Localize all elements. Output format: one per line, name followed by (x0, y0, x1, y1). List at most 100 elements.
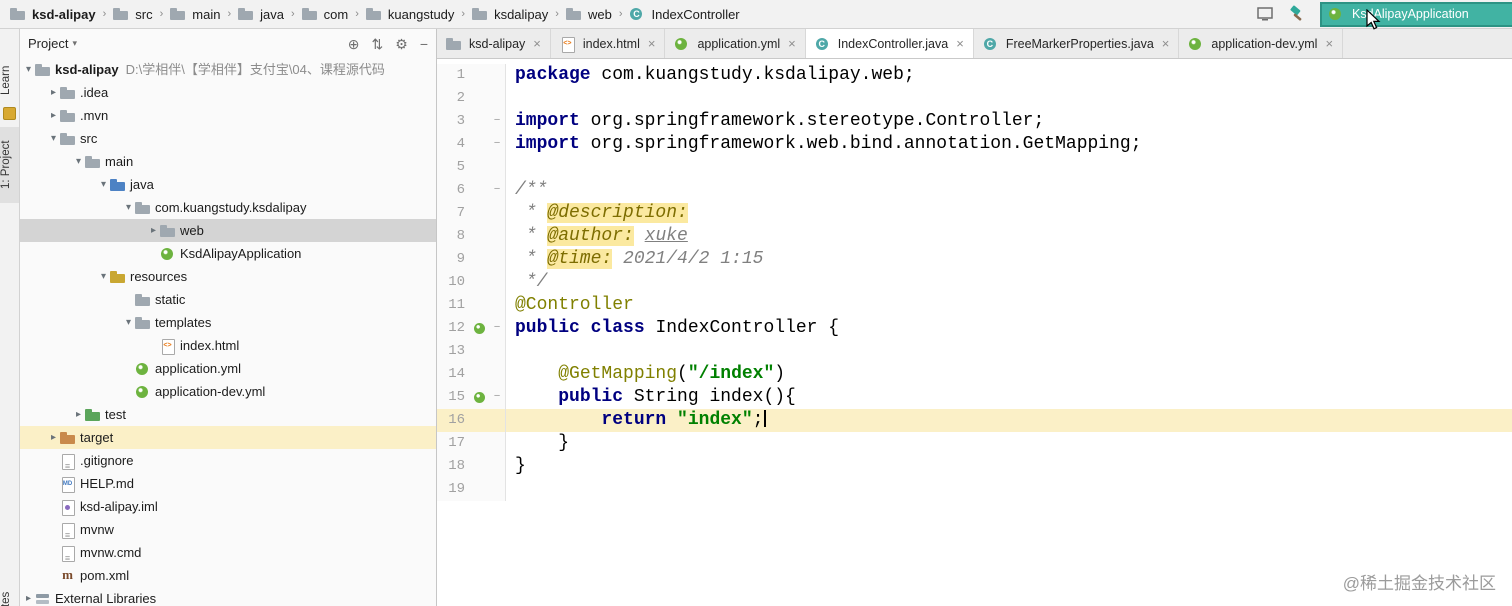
line-number[interactable]: 9 (437, 248, 469, 271)
code-line-13[interactable]: 13 (437, 340, 1512, 363)
code-text[interactable] (506, 478, 515, 501)
breadcrumb-item-indexcontroller[interactable]: IndexController (627, 6, 741, 23)
line-number[interactable]: 6 (437, 179, 469, 202)
chevron-down-icon[interactable] (72, 38, 77, 49)
tree-item-.idea[interactable]: ▸ .idea (20, 81, 436, 104)
tree-item-ksd-alipay.iml[interactable]: ksd-alipay.iml (20, 495, 436, 518)
code-line-2[interactable]: 2 (437, 87, 1512, 110)
code-line-5[interactable]: 5 (437, 156, 1512, 179)
breadcrumb-item-src[interactable]: src (111, 6, 154, 23)
code-text[interactable]: */ (506, 271, 548, 294)
tree-item-test[interactable]: ▸ test (20, 403, 436, 426)
breadcrumb-item-ksdalipay[interactable]: ksdalipay (470, 6, 550, 23)
code-text[interactable] (506, 87, 515, 110)
code-line-12[interactable]: 12− public class IndexController { (437, 317, 1512, 340)
breadcrumb-item-ksd-alipay[interactable]: ksd-alipay (8, 6, 98, 23)
run-configuration-select[interactable]: KsdAlipayApplication (1320, 1, 1512, 27)
spring-bean-icon[interactable] (469, 386, 489, 409)
hide-icon[interactable]: − (420, 37, 428, 51)
code-line-11[interactable]: 11 @Controller (437, 294, 1512, 317)
code-text[interactable] (506, 156, 515, 179)
breadcrumb-item-main[interactable]: main (168, 6, 222, 23)
line-number[interactable]: 10 (437, 271, 469, 294)
tab-application.yml[interactable]: application.yml (665, 29, 806, 58)
chevron-right-icon[interactable]: ▸ (72, 403, 85, 426)
code-text[interactable] (506, 340, 515, 363)
code-text[interactable]: package com.kuangstudy.ksdalipay.web; (506, 64, 915, 87)
chevron-down-icon[interactable]: ▾ (22, 58, 35, 81)
chevron-down-icon[interactable]: ▾ (97, 265, 110, 288)
line-number[interactable]: 8 (437, 225, 469, 248)
code-line-3[interactable]: 3− import org.springframework.stereotype.… (437, 110, 1512, 133)
fold-icon[interactable]: − (489, 110, 506, 133)
line-number[interactable]: 14 (437, 363, 469, 386)
line-number[interactable]: 19 (437, 478, 469, 501)
line-number[interactable]: 18 (437, 455, 469, 478)
tree-item-target[interactable]: ▸ target (20, 426, 436, 449)
line-number[interactable]: 16 (437, 409, 469, 432)
code-line-18[interactable]: 18} (437, 455, 1512, 478)
fold-icon[interactable]: − (489, 133, 506, 156)
chevron-right-icon[interactable]: ▸ (147, 219, 160, 242)
code-text[interactable]: @Controller (506, 294, 634, 317)
line-number[interactable]: 7 (437, 202, 469, 225)
code-line-6[interactable]: 6−/** (437, 179, 1512, 202)
breadcrumb-item-web[interactable]: web (564, 6, 614, 23)
chevron-right-icon[interactable]: ▸ (47, 104, 60, 127)
tree-item-pom.xml[interactable]: pom.xml (20, 564, 436, 587)
line-number[interactable]: 5 (437, 156, 469, 179)
code-text[interactable]: public String index(){ (506, 386, 796, 409)
code-text[interactable]: * @time: 2021/4/2 1:15 (506, 248, 763, 271)
tree-item-main[interactable]: ▾ main (20, 150, 436, 173)
chevron-down-icon[interactable]: ▾ (122, 196, 135, 219)
learn-plugin-icon[interactable] (3, 107, 16, 120)
tool-tab-learn[interactable]: Learn (0, 57, 19, 103)
code-line-10[interactable]: 10 */ (437, 271, 1512, 294)
settings-icon[interactable]: ⚙ (395, 37, 408, 51)
tree-item-java[interactable]: ▾ java (20, 173, 436, 196)
close-icon[interactable] (1162, 36, 1170, 51)
tree-item-ksdalipayapplication[interactable]: KsdAlipayApplication (20, 242, 436, 265)
tree-item-com.kuangstudy.ksdalipay[interactable]: ▾ com.kuangstudy.ksdalipay (20, 196, 436, 219)
chevron-down-icon[interactable]: ▾ (47, 127, 60, 150)
code-text[interactable]: /** (506, 179, 547, 202)
chevron-down-icon[interactable]: ▾ (97, 173, 110, 196)
tab-freemarkerproperties.java[interactable]: FreeMarkerProperties.java (974, 29, 1180, 58)
line-number[interactable]: 11 (437, 294, 469, 317)
project-panel-title[interactable]: Project (28, 36, 68, 51)
line-number[interactable]: 13 (437, 340, 469, 363)
code-text[interactable]: @GetMapping("/index") (506, 363, 785, 386)
collapse-all-icon[interactable]: ⇅ (372, 37, 384, 51)
close-icon[interactable] (956, 36, 964, 51)
tool-tab-project[interactable]: 1: Project (0, 127, 19, 203)
line-number[interactable]: 17 (437, 432, 469, 455)
preview-icon[interactable] (1256, 5, 1274, 23)
tree-item-src[interactable]: ▾ src (20, 127, 436, 150)
tree-item-ksd-alipay[interactable]: ▾ ksd-alipay D:\学相伴\【学相伴】支付宝\04、课程源代码 (20, 58, 436, 81)
code-line-16[interactable]: 16 return "index"; (437, 409, 1512, 432)
build-hammer-icon[interactable] (1288, 5, 1306, 23)
code-text[interactable]: * @description: (506, 202, 688, 225)
close-icon[interactable] (1325, 36, 1333, 51)
close-icon[interactable] (788, 36, 796, 51)
code-text[interactable]: } (506, 432, 569, 455)
tree-item-help.md[interactable]: HELP.md (20, 472, 436, 495)
chevron-down-icon[interactable]: ▾ (122, 311, 135, 334)
chevron-right-icon[interactable]: ▸ (47, 81, 60, 104)
fold-icon[interactable]: − (489, 386, 506, 409)
tree-item-mvnw[interactable]: mvnw (20, 518, 436, 547)
tree-item-resources[interactable]: ▾ resources (20, 265, 436, 288)
breadcrumb-item-java[interactable]: java (236, 6, 286, 23)
code-editor[interactable]: 1 package com.kuangstudy.ksdalipay.web; 2 3… (437, 59, 1512, 606)
line-number[interactable]: 3 (437, 110, 469, 133)
code-text[interactable]: public class IndexController { (506, 317, 839, 340)
breadcrumb-item-com[interactable]: com (300, 6, 351, 23)
tree-item-static[interactable]: static (20, 288, 436, 311)
code-line-1[interactable]: 1 package com.kuangstudy.ksdalipay.web; (437, 64, 1512, 87)
code-line-9[interactable]: 9 * @time: 2021/4/2 1:15 (437, 248, 1512, 271)
spring-bean-icon[interactable] (469, 317, 489, 340)
code-line-4[interactable]: 4− import org.springframework.web.bind.an… (437, 133, 1512, 156)
code-line-8[interactable]: 8 * @author: xuke (437, 225, 1512, 248)
code-text[interactable]: import org.springframework.stereotype.Co… (506, 110, 1044, 133)
tab-indexcontroller.java[interactable]: IndexController.java (805, 29, 974, 58)
